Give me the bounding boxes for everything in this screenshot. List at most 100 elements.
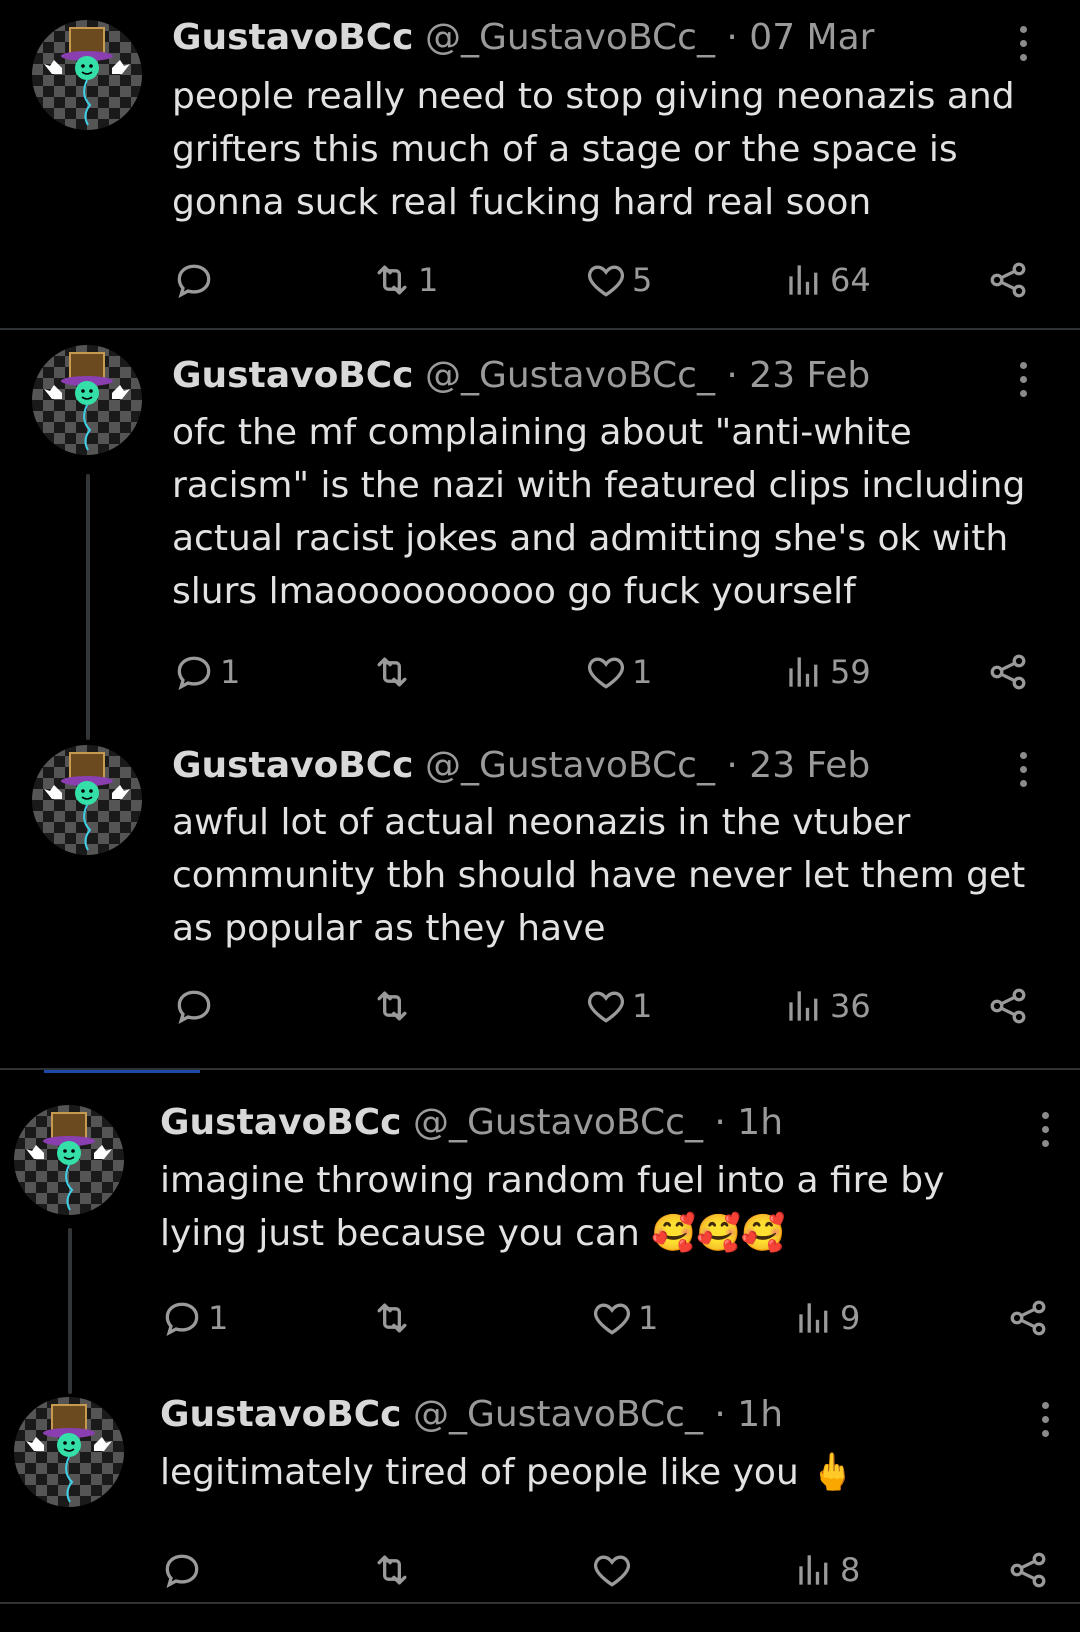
display-name[interactable]: GustavoBCc (172, 355, 414, 396)
view-count: 64 (830, 261, 871, 299)
view-count: 59 (830, 653, 871, 691)
user-handle[interactable]: @_GustavoBCc_ (425, 745, 715, 786)
retweet-button[interactable] (370, 1548, 418, 1592)
reply-icon (172, 258, 220, 302)
tweet-feed: GustavoBCc @_GustavoBCc_ · 07 Mar people … (0, 0, 1080, 1632)
share-icon (1006, 1296, 1054, 1340)
retweet-button[interactable] (370, 984, 418, 1028)
avatar[interactable] (32, 745, 142, 855)
like-button[interactable]: 1 (584, 984, 652, 1028)
tweet-header: GustavoBCc @_GustavoBCc_ · 23 Feb (172, 744, 870, 788)
timestamp[interactable]: 23 Feb (749, 355, 870, 396)
view-count: 9 (840, 1299, 861, 1337)
like-count: 1 (632, 653, 653, 691)
retweet-icon (370, 984, 418, 1028)
reply-icon (160, 1548, 208, 1592)
display-name[interactable]: GustavoBCc (172, 745, 414, 786)
share-button[interactable] (986, 984, 1034, 1028)
reply-count: 1 (220, 653, 241, 691)
user-handle[interactable]: @_GustavoBCc_ (425, 17, 715, 58)
separator-dot: · (714, 1102, 726, 1143)
avatar[interactable] (32, 20, 142, 130)
views-button[interactable]: 64 (782, 258, 871, 302)
views-icon (782, 258, 830, 302)
avatar[interactable] (14, 1397, 124, 1507)
retweet-icon (370, 258, 418, 302)
retweet-button[interactable] (370, 650, 418, 694)
more-icon[interactable] (1020, 362, 1028, 404)
share-icon (1006, 1548, 1054, 1592)
views-button[interactable]: 36 (782, 984, 871, 1028)
reply-button[interactable] (172, 258, 220, 302)
tab-indicator (44, 1070, 200, 1073)
separator-dot: · (726, 17, 738, 58)
timestamp[interactable]: 1h (737, 1394, 783, 1435)
views-button[interactable]: 8 (792, 1548, 860, 1592)
reply-button[interactable] (160, 1548, 208, 1592)
share-button[interactable] (986, 650, 1034, 694)
share-button[interactable] (1006, 1296, 1054, 1340)
thread-connector (86, 474, 90, 740)
share-icon (986, 258, 1034, 302)
share-button[interactable] (1006, 1548, 1054, 1592)
tweet-text: awful lot of actual neonazis in the vtub… (172, 802, 1026, 949)
user-handle[interactable]: @_GustavoBCc_ (413, 1102, 703, 1143)
retweet-button[interactable] (370, 1296, 418, 1340)
user-handle[interactable]: @_GustavoBCc_ (413, 1394, 703, 1435)
heart-icon (590, 1548, 638, 1592)
heart-icon (584, 984, 632, 1028)
reply-button[interactable] (172, 984, 220, 1028)
reply-button[interactable]: 1 (172, 650, 240, 694)
retweet-icon (370, 1296, 418, 1340)
share-icon (986, 984, 1034, 1028)
user-handle[interactable]: @_GustavoBCc_ (425, 355, 715, 396)
like-button[interactable]: 5 (584, 258, 652, 302)
like-button[interactable]: 1 (584, 650, 652, 694)
tweet-header: GustavoBCc @_GustavoBCc_ · 1h (160, 1393, 783, 1437)
separator-dot: · (726, 745, 738, 786)
views-button[interactable]: 59 (782, 650, 871, 694)
thread-connector (68, 1228, 72, 1394)
reply-icon (172, 984, 220, 1028)
more-icon[interactable] (1042, 1402, 1050, 1444)
view-count: 36 (830, 987, 871, 1025)
display-name[interactable]: GustavoBCc (160, 1102, 402, 1143)
like-button[interactable] (590, 1548, 638, 1592)
display-name[interactable]: GustavoBCc (160, 1394, 402, 1435)
like-count: 1 (632, 987, 653, 1025)
retweet-button[interactable]: 1 (370, 258, 438, 302)
tweet-header: GustavoBCc @_GustavoBCc_ · 23 Feb (172, 354, 870, 398)
like-button[interactable]: 1 (590, 1296, 658, 1340)
view-count: 8 (840, 1551, 861, 1589)
more-icon[interactable] (1042, 1112, 1050, 1154)
views-button[interactable]: 9 (792, 1296, 860, 1340)
reply-icon (160, 1296, 208, 1340)
tweet-text: imagine throwing random fuel into a fire… (160, 1160, 945, 1254)
reply-icon (172, 650, 220, 694)
tweet-header: GustavoBCc @_GustavoBCc_ · 07 Mar (172, 16, 874, 60)
heart-icon (590, 1296, 638, 1340)
avatar[interactable] (32, 345, 142, 455)
display-name[interactable]: GustavoBCc (172, 17, 414, 58)
like-count: 5 (632, 261, 653, 299)
avatar[interactable] (14, 1105, 124, 1215)
views-icon (782, 650, 830, 694)
share-button[interactable] (986, 258, 1034, 302)
tweet-text: ofc the mf complaining about "anti-white… (172, 412, 1026, 612)
timestamp[interactable]: 07 Mar (749, 17, 874, 58)
share-icon (986, 650, 1034, 694)
views-icon (792, 1548, 840, 1592)
divider (0, 328, 1080, 330)
heart-icon (584, 650, 632, 694)
separator-dot: · (726, 355, 738, 396)
more-icon[interactable] (1020, 26, 1028, 68)
timestamp[interactable]: 1h (737, 1102, 783, 1143)
separator-dot: · (714, 1394, 726, 1435)
reply-button[interactable]: 1 (160, 1296, 228, 1340)
timestamp[interactable]: 23 Feb (749, 745, 870, 786)
retweet-icon (370, 650, 418, 694)
divider (0, 1602, 1080, 1604)
more-icon[interactable] (1020, 752, 1028, 794)
like-count: 1 (638, 1299, 659, 1337)
views-icon (792, 1296, 840, 1340)
